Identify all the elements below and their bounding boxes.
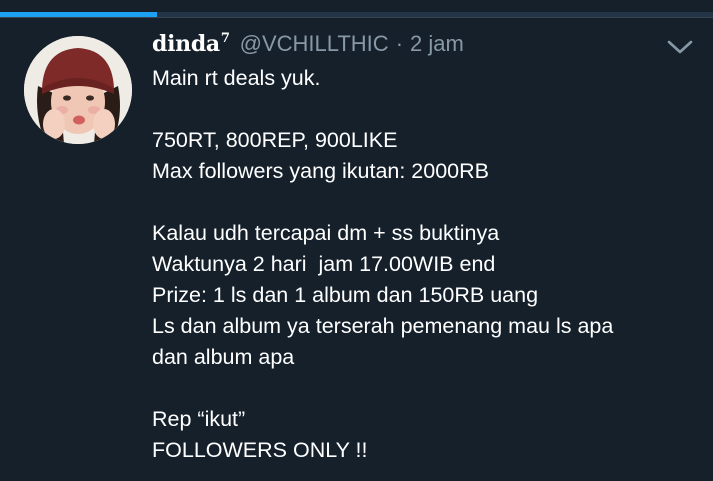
tweet-line: Max followers yang ikutan: 2000RB [152, 159, 490, 183]
header-divider [0, 17, 713, 18]
tweet-line: Waktunya 2 hari jam 17.00WIB end [152, 252, 496, 276]
separator-dot: · [395, 31, 404, 56]
tweet-line: Main rt deals yuk. [152, 66, 321, 90]
tweet-line: Ls dan album ya terserah pemenang mau ls… [152, 314, 614, 338]
timestamp[interactable]: 2 jam [410, 31, 464, 57]
tweet-line: FOLLOWERS ONLY !! [152, 438, 368, 462]
tweet-line: 750RT, 800REP, 900LIKE [152, 128, 398, 152]
tweet-text: Main rt deals yuk. 750RT, 800REP, 900LIK… [152, 63, 697, 466]
tweet-line: Rep “ikut” [152, 407, 246, 431]
tweet-line: dan album apa [152, 345, 295, 369]
avatar[interactable] [24, 36, 132, 144]
display-name-superscript: 7 [220, 31, 230, 46]
tweet-line: Kalau udh tercapai dm + ss buktinya [152, 221, 500, 245]
chevron-down-icon[interactable] [664, 36, 696, 58]
tweet-header: dinda7 @VCHILLTHIC · 2 jam [152, 31, 464, 61]
user-handle[interactable]: @VCHILLTHIC [240, 31, 389, 57]
tweet-line: Prize: 1 ls dan 1 album dan 150RB uang [152, 283, 539, 307]
display-name[interactable]: dinda7 [152, 31, 230, 57]
